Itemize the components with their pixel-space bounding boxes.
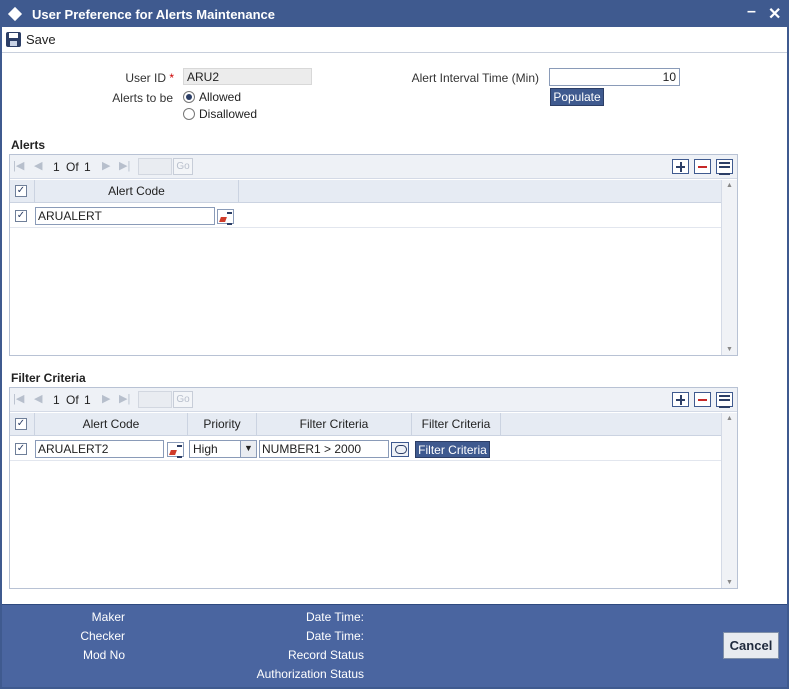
date-time-label-checker: Date Time: [305, 629, 364, 643]
filter-scrollbar[interactable]: ▲ ▼ [721, 413, 737, 588]
pager-total: 1 [84, 393, 91, 407]
filter-criteria-input[interactable]: NUMBER1 > 2000 [259, 440, 389, 458]
row-checkbox[interactable]: ✓ [15, 210, 27, 222]
filter-pager: |◀ ◀ 1 Of 1 ▶ ▶| Go [10, 388, 737, 412]
table-row: ✓ ARUALERT [10, 204, 721, 228]
lov-icon[interactable] [167, 442, 184, 458]
next-page-icon[interactable]: ▶ [102, 159, 110, 172]
scroll-down-icon[interactable]: ▼ [722, 346, 737, 353]
maker-label: Maker [91, 610, 125, 624]
date-time-label: Date Time: [305, 610, 364, 624]
scroll-up-icon[interactable]: ▲ [722, 415, 737, 422]
select-all-checkbox[interactable]: ✓ [15, 185, 27, 197]
pager-goto-input[interactable] [138, 158, 172, 175]
pager-go-button[interactable]: Go [173, 158, 193, 175]
pager-of: Of [66, 160, 79, 174]
alerts-pager: |◀ ◀ 1 Of 1 ▶ ▶| Go [10, 155, 737, 179]
record-status-label: Record Status [287, 648, 364, 662]
last-page-icon[interactable]: ▶| [119, 159, 130, 172]
row-checkbox[interactable]: ✓ [15, 443, 27, 455]
radio-allowed[interactable]: Allowed [183, 90, 241, 104]
select-all-cell: ✓ [10, 180, 35, 203]
user-id-label-text: User ID [125, 71, 166, 85]
pager-current: 1 [53, 160, 60, 174]
single-view-icon[interactable] [716, 392, 733, 408]
floppy-disk-icon [6, 32, 21, 47]
filter-header-row: ✓ Alert Code Priority Filter Criteria Fi… [10, 413, 721, 436]
chevron-down-icon[interactable]: ▼ [240, 441, 256, 457]
window-title: User Preference for Alerts Maintenance [32, 7, 276, 22]
priority-select[interactable]: High ▼ [189, 440, 257, 458]
scroll-up-icon[interactable]: ▲ [722, 182, 737, 189]
prev-page-icon[interactable]: ◀ [34, 159, 42, 172]
add-row-icon[interactable] [672, 392, 689, 407]
radio-disallowed-label: Disallowed [199, 107, 258, 121]
close-icon[interactable]: ✕ [768, 4, 781, 24]
alerts-maintenance-window: User Preference for Alerts Maintenance –… [0, 0, 789, 689]
single-view-icon[interactable] [716, 159, 733, 175]
required-mark: * [169, 71, 174, 85]
filter-section-title: Filter Criteria [11, 371, 86, 385]
speech-bubble-icon[interactable] [391, 442, 409, 457]
pager-go-button[interactable]: Go [173, 391, 193, 408]
add-row-icon[interactable] [672, 159, 689, 174]
select-all-checkbox[interactable]: ✓ [15, 418, 27, 430]
scroll-down-icon[interactable]: ▼ [722, 579, 737, 586]
minimize-icon[interactable]: – [747, 3, 756, 21]
title-bar: User Preference for Alerts Maintenance –… [2, 2, 787, 27]
save-label: Save [26, 32, 56, 47]
pager-total: 1 [84, 160, 91, 174]
authorization-status-label: Authorization Status [256, 667, 364, 681]
alerts-to-be-label: Alerts to be [112, 91, 173, 105]
radio-allowed-dot[interactable] [183, 91, 195, 103]
next-page-icon[interactable]: ▶ [102, 392, 110, 405]
save-button[interactable]: Save [6, 32, 56, 47]
pager-goto-input[interactable] [138, 391, 172, 408]
alert-code-header: Alert Code [35, 413, 188, 436]
radio-disallowed[interactable]: Disallowed [183, 107, 257, 121]
table-row: ✓ ARUALERT2 High ▼ NUMBER1 > 2000 Filter… [10, 437, 721, 461]
filter-criteria-header: Filter Criteria [257, 413, 412, 436]
first-page-icon[interactable]: |◀ [13, 392, 24, 405]
filter-criteria-button-header: Filter Criteria [412, 413, 501, 436]
alert-code-header: Alert Code [35, 180, 239, 203]
alert-code-input[interactable]: ARUALERT2 [35, 440, 164, 458]
alerts-section-title: Alerts [11, 138, 46, 152]
cancel-button[interactable]: Cancel [723, 632, 779, 659]
delete-row-icon[interactable] [694, 159, 711, 174]
select-all-cell: ✓ [10, 413, 35, 436]
toolbar: Save [2, 27, 787, 53]
alerts-grid: |◀ ◀ 1 Of 1 ▶ ▶| Go ✓ Alert Code ✓ ARUAL… [9, 154, 738, 356]
lov-icon[interactable] [217, 209, 234, 225]
app-diamond-icon [7, 6, 23, 22]
alert-interval-input[interactable]: 10 [549, 68, 680, 86]
delete-row-icon[interactable] [694, 392, 711, 407]
pager-current: 1 [53, 393, 60, 407]
user-id-field[interactable]: ARU2 [183, 68, 312, 85]
priority-value: High [193, 442, 218, 456]
pager-of: Of [66, 393, 79, 407]
first-page-icon[interactable]: |◀ [13, 159, 24, 172]
alert-code-input[interactable]: ARUALERT [35, 207, 215, 225]
prev-page-icon[interactable]: ◀ [34, 392, 42, 405]
alert-interval-label: Alert Interval Time (Min) [411, 71, 539, 85]
priority-header: Priority [188, 413, 257, 436]
filter-criteria-button[interactable]: Filter Criteria [415, 441, 490, 458]
filter-grid: |◀ ◀ 1 Of 1 ▶ ▶| Go ✓ Alert Code Priorit… [9, 387, 738, 589]
alerts-header-row: ✓ Alert Code [10, 180, 721, 203]
last-page-icon[interactable]: ▶| [119, 392, 130, 405]
checker-label: Checker [80, 629, 125, 643]
mod-no-label: Mod No [82, 648, 125, 662]
alerts-scrollbar[interactable]: ▲ ▼ [721, 180, 737, 355]
radio-disallowed-dot[interactable] [183, 108, 195, 120]
radio-allowed-label: Allowed [199, 90, 242, 104]
populate-button[interactable]: Populate [550, 88, 604, 106]
user-id-label: User ID * [92, 71, 174, 85]
